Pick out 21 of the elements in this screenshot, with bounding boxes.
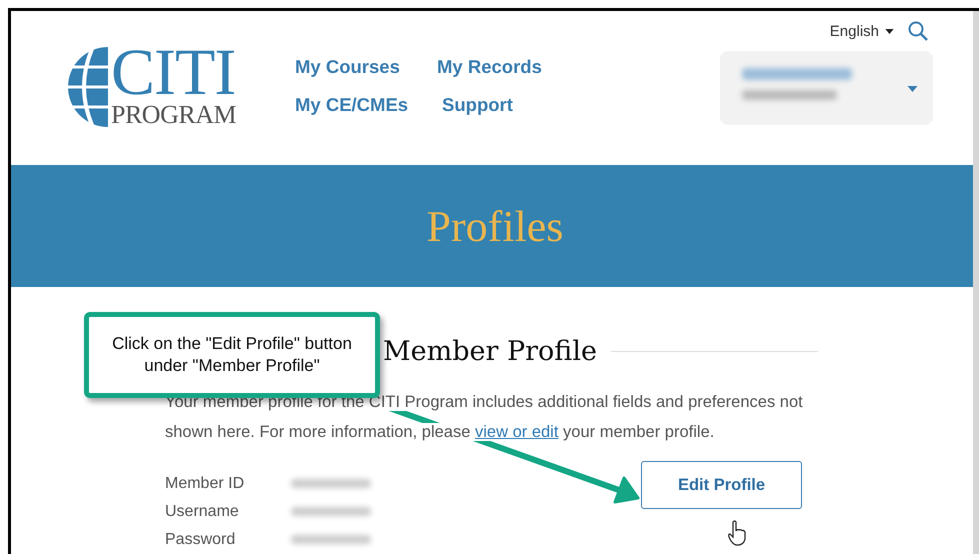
search-icon[interactable] [908,21,928,41]
field-label: Username [165,502,240,522]
field-label: Member ID [165,474,246,494]
section-heading: Member Profile [383,336,597,367]
globe-icon [68,47,108,127]
view-edit-link[interactable]: view or edit [474,423,558,441]
language-selector[interactable]: English [830,22,894,40]
account-menu[interactable] [720,51,933,125]
field-label: Password [165,530,236,550]
nav-link[interactable]: Support [442,93,557,117]
nav-link[interactable]: My CE/CMEs [295,93,437,117]
caret-icon [907,86,918,92]
logo-subtitle: PROGRAM [111,101,236,129]
edit-profile-button[interactable]: Edit Profile [641,461,802,509]
instruction-callout: Click on the "Edit Profile" button under "Member Profile" [84,312,380,398]
caret-icon [885,28,894,34]
hand-cursor-icon [727,520,747,546]
logo-title: CITI [111,45,236,101]
page-title: Profiles [426,200,564,252]
nav-link[interactable]: My Courses [295,55,437,79]
nav-link[interactable]: My Records [437,55,557,79]
